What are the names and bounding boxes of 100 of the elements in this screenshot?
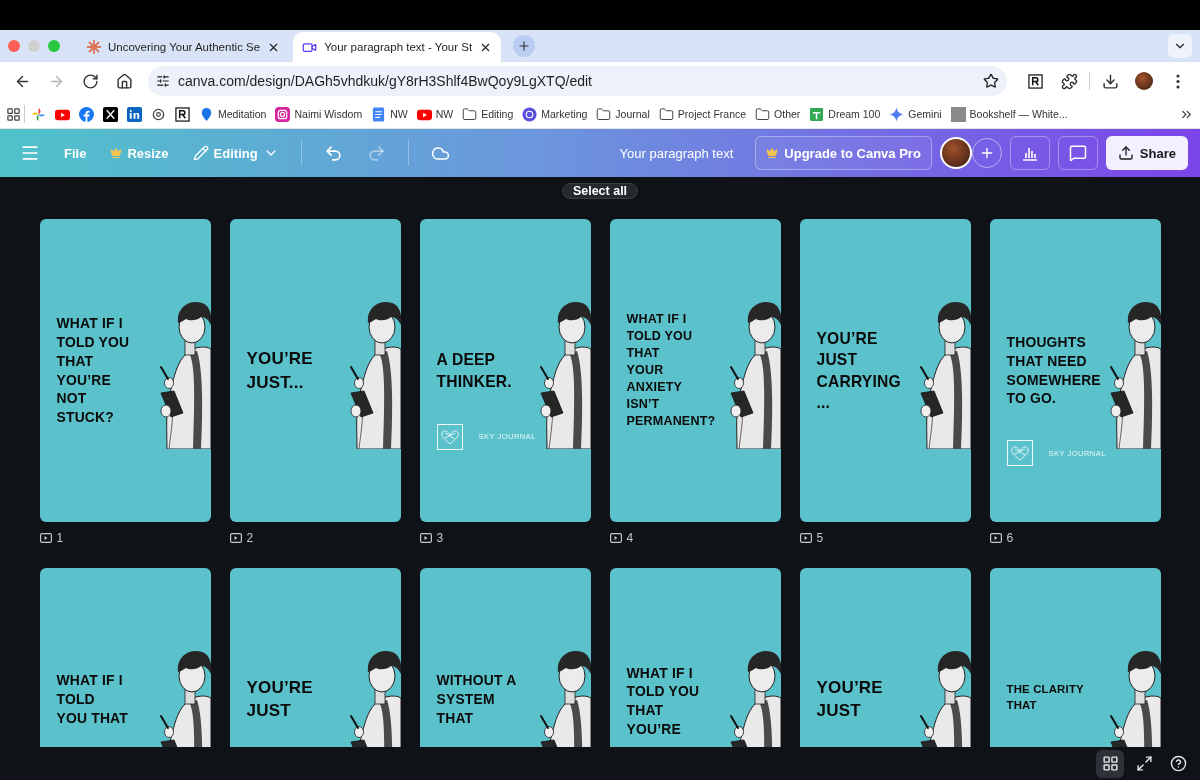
slide-text: YOU’RE JUST: [246, 676, 313, 722]
slide-page[interactable]: WHAT IF I TOLD YOU THAT: [39, 568, 211, 747]
bookmark[interactable]: Meditation: [196, 104, 270, 124]
reload-icon: [81, 72, 99, 90]
crown-icon: [110, 147, 123, 159]
video-page-icon: [989, 533, 1002, 543]
slide-page[interactable]: YOU’RE JUST...: [229, 219, 401, 522]
slide-text: YOU’RE JUST CARRYING ...: [816, 329, 901, 413]
slide-text: YOU’RE JUST: [816, 676, 883, 722]
page-number: 5: [816, 531, 824, 545]
address-field[interactable]: canva.com/design/DAGh5vhdkuk/gY8rH3Shlf4BwQoy9LgXTQ/edit: [148, 66, 1007, 96]
bookmark[interactable]: Editing: [459, 104, 517, 124]
help-icon: [1169, 755, 1187, 772]
slide-page[interactable]: WHAT IF I TOLD YOU THAT YOU’RE: [609, 568, 781, 747]
kebab-menu-icon: [1176, 73, 1180, 89]
r-square-icon: [175, 106, 190, 122]
share-button[interactable]: Share: [1105, 136, 1188, 170]
page-number: 2: [246, 531, 254, 545]
puzzle-icon: [1060, 72, 1078, 90]
at-sign-icon: [151, 106, 166, 122]
comment-icon: [1068, 144, 1087, 162]
folder-icon: [755, 106, 771, 122]
folder-icon: [658, 106, 674, 122]
bookmark[interactable]: Other: [752, 104, 804, 124]
download-icon: [1101, 72, 1119, 90]
tab-title: Uncovering Your Authentic Se: [108, 41, 261, 53]
document-icon: [371, 106, 387, 122]
video-page-icon: [419, 533, 432, 543]
tab-title: Your paragraph text - Your St: [324, 41, 473, 53]
insights-button[interactable]: [1009, 136, 1050, 170]
grid-button[interactable]: [1096, 749, 1124, 778]
browser-tab[interactable]: Your paragraph text - Your St: [293, 32, 502, 62]
bookmark[interactable]: [172, 104, 193, 124]
pinwheel-icon: [31, 106, 46, 122]
fullscreen-icon: [1135, 755, 1153, 772]
slide-page[interactable]: YOU’RE JUST: [799, 568, 971, 747]
badge-icon: [522, 106, 538, 122]
share-icon: [1117, 145, 1134, 161]
slide-text: WHAT IF I TOLD YOU THAT YOU’RE NOT STUCK?: [56, 313, 130, 428]
slide-page[interactable]: YOU’RE JUST CARRYING ...: [799, 219, 971, 522]
apps-icon[interactable]: [6, 106, 21, 122]
bookmark[interactable]: Journal: [593, 104, 653, 124]
bookmark[interactable]: Naimi Wisdom: [272, 104, 366, 124]
menu-icon: [20, 143, 40, 163]
heart-logo-icon: [1006, 440, 1033, 467]
redo-icon: [366, 143, 386, 163]
slide-page[interactable]: WITHOUT A SYSTEM THAT: [419, 568, 591, 747]
video-page-icon: [609, 533, 622, 543]
slide-page[interactable]: WHAT IF I TOLD YOU THAT YOUR ANXIETY ISN’T PERMANENT?: [609, 219, 781, 522]
sparkle-icon: [889, 106, 905, 122]
square-icon: [950, 106, 966, 122]
page-number: 3: [436, 531, 444, 545]
folder-icon: [462, 106, 478, 122]
user-avatar[interactable]: [939, 137, 972, 169]
slide-text: THOUGHTS THAT NEED SOMEWHERE TO GO.: [1006, 332, 1101, 409]
heart-logo-icon: [436, 423, 463, 450]
video-page-icon: [39, 533, 52, 543]
bookmark[interactable]: [100, 104, 121, 124]
asterisk-icon: [87, 40, 101, 54]
slide-page[interactable]: WHAT IF I TOLD YOU THAT YOU’RE NOT STUCK?: [39, 219, 211, 522]
slide-text: WHAT IF I TOLD YOU THAT YOU’RE: [626, 663, 700, 740]
linkedin-icon: [127, 106, 142, 122]
upgrade-button[interactable]: Upgrade to Canva Pro: [755, 136, 932, 170]
spreadsheet-icon: [809, 106, 825, 122]
comments-button[interactable]: [1057, 136, 1098, 170]
site-settings-icon: [156, 74, 170, 88]
undo-icon: [323, 143, 343, 163]
bookmark[interactable]: Project France: [655, 104, 750, 124]
plus-icon: [517, 39, 532, 53]
page-number: 6: [1006, 531, 1014, 545]
instagram-icon: [275, 106, 291, 122]
grid-icon: [1101, 755, 1119, 772]
r-square-icon: [1027, 73, 1043, 89]
page-number: 1: [56, 531, 64, 545]
crown-icon: [766, 147, 779, 159]
slide-text: WITHOUT A SYSTEM THAT: [436, 671, 517, 729]
pencil-icon: [192, 145, 209, 161]
facebook-icon: [79, 106, 94, 122]
video-page-icon: [799, 533, 812, 543]
folder-icon: [596, 106, 612, 122]
slide-page[interactable]: THE CLARITY THAT: [989, 568, 1161, 747]
slide-page[interactable]: YOU’RE JUST: [229, 568, 401, 747]
bookmark[interactable]: NW: [368, 104, 411, 124]
slide-text: WHAT IF I TOLD YOU THAT: [56, 671, 128, 729]
slide-text: THE CLARITY THAT: [1006, 682, 1084, 713]
x-logo-icon: [103, 106, 118, 122]
slide-text: A DEEP THINKER.: [436, 350, 512, 392]
home-icon: [115, 72, 133, 90]
new-tab-button[interactable]: [513, 35, 536, 57]
bookmark[interactable]: Gemini: [886, 104, 945, 124]
browser-tab[interactable]: Uncovering Your Authentic Se: [78, 32, 290, 62]
bookmark[interactable]: Dream 100: [806, 104, 884, 124]
tab-list-button[interactable]: [1168, 34, 1192, 58]
bookmark[interactable]: NW: [413, 104, 457, 124]
bookmark[interactable]: Bookshelf — White...: [947, 104, 1071, 124]
bookmark-star-icon[interactable]: [983, 73, 999, 89]
select-all-tooltip[interactable]: Select all: [561, 183, 639, 199]
page-number: 4: [626, 531, 634, 545]
slide-text: YOU’RE JUST...: [246, 348, 313, 394]
bookmark[interactable]: Marketing: [519, 104, 591, 124]
